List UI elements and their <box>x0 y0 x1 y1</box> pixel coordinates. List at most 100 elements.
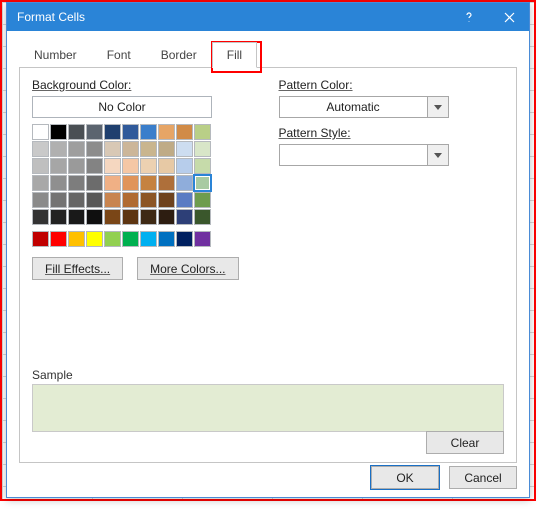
sample-label: Sample <box>32 368 73 382</box>
color-swatch[interactable] <box>32 192 49 208</box>
color-swatch[interactable] <box>158 209 175 225</box>
color-swatch[interactable] <box>104 192 121 208</box>
pattern-style-label: Pattern Style: <box>279 126 449 140</box>
color-swatch[interactable] <box>158 175 175 191</box>
color-swatch[interactable] <box>176 209 193 225</box>
chevron-down-icon <box>427 145 448 165</box>
tabs: NumberFontBorderFill <box>19 41 517 67</box>
color-swatch[interactable] <box>68 124 85 140</box>
color-swatch[interactable] <box>104 231 121 247</box>
tab-fill[interactable]: Fill <box>212 42 257 68</box>
tab-number[interactable]: Number <box>19 42 92 68</box>
color-swatch[interactable] <box>32 209 49 225</box>
color-swatch[interactable] <box>86 209 103 225</box>
help-button[interactable] <box>449 3 489 31</box>
color-swatch[interactable] <box>176 192 193 208</box>
color-swatch[interactable] <box>194 158 211 174</box>
pattern-color-combo[interactable]: Automatic <box>279 96 449 118</box>
color-swatch[interactable] <box>50 158 67 174</box>
close-button[interactable] <box>489 3 529 31</box>
color-swatch[interactable] <box>86 231 103 247</box>
color-swatch[interactable] <box>104 141 121 157</box>
standard-colors <box>32 231 211 247</box>
color-swatch[interactable] <box>122 158 139 174</box>
color-swatch[interactable] <box>176 124 193 140</box>
color-swatch[interactable] <box>194 124 211 140</box>
color-swatch[interactable] <box>86 158 103 174</box>
color-swatch[interactable] <box>158 124 175 140</box>
color-swatch[interactable] <box>122 141 139 157</box>
color-swatch[interactable] <box>176 231 193 247</box>
color-swatch[interactable] <box>140 231 157 247</box>
color-swatch[interactable] <box>86 192 103 208</box>
clear-button[interactable]: Clear <box>426 431 504 454</box>
fill-panel: Background Color: No Color Fill Effects.… <box>19 67 517 463</box>
color-swatch[interactable] <box>68 192 85 208</box>
color-swatch[interactable] <box>140 175 157 191</box>
ok-button[interactable]: OK <box>371 466 439 489</box>
color-swatch[interactable] <box>86 141 103 157</box>
color-swatch[interactable] <box>68 209 85 225</box>
color-swatch[interactable] <box>194 209 211 225</box>
pattern-color-label: Pattern Color: <box>279 78 449 92</box>
window-title: Format Cells <box>17 10 449 24</box>
fill-effects-button[interactable]: Fill Effects... <box>32 257 123 280</box>
color-swatch[interactable] <box>68 231 85 247</box>
color-swatch[interactable] <box>194 141 211 157</box>
color-swatch[interactable] <box>122 231 139 247</box>
color-swatch[interactable] <box>140 124 157 140</box>
color-swatch[interactable] <box>158 158 175 174</box>
color-swatch[interactable] <box>194 231 211 247</box>
color-swatch[interactable] <box>140 158 157 174</box>
color-swatch[interactable] <box>104 158 121 174</box>
color-swatch[interactable] <box>86 175 103 191</box>
titlebar[interactable]: Format Cells <box>7 3 529 31</box>
cancel-button[interactable]: Cancel <box>449 466 517 489</box>
background-color-section: Background Color: No Color Fill Effects.… <box>32 78 239 280</box>
color-swatch[interactable] <box>122 209 139 225</box>
pattern-style-combo[interactable] <box>279 144 449 166</box>
color-palette <box>32 124 211 225</box>
format-cells-dialog: Format Cells NumberFontBorderFill Backgr… <box>6 2 530 498</box>
background-color-label: Background Color: <box>32 78 239 92</box>
color-swatch[interactable] <box>50 231 67 247</box>
color-swatch[interactable] <box>50 141 67 157</box>
pattern-section: Pattern Color: Automatic Pattern Style: <box>279 78 449 280</box>
color-swatch[interactable] <box>122 192 139 208</box>
color-swatch[interactable] <box>104 175 121 191</box>
color-swatch[interactable] <box>194 192 211 208</box>
color-swatch[interactable] <box>32 124 49 140</box>
color-swatch[interactable] <box>50 124 67 140</box>
color-swatch[interactable] <box>68 175 85 191</box>
color-swatch[interactable] <box>176 158 193 174</box>
color-swatch[interactable] <box>68 141 85 157</box>
tab-border[interactable]: Border <box>146 42 212 68</box>
no-color-button[interactable]: No Color <box>32 96 212 118</box>
color-swatch[interactable] <box>140 141 157 157</box>
chevron-down-icon <box>427 97 448 117</box>
color-swatch[interactable] <box>176 175 193 191</box>
color-swatch[interactable] <box>194 175 211 191</box>
more-colors-button[interactable]: More Colors... <box>137 257 238 280</box>
color-swatch[interactable] <box>50 175 67 191</box>
color-swatch[interactable] <box>122 124 139 140</box>
color-swatch[interactable] <box>140 209 157 225</box>
color-swatch[interactable] <box>104 124 121 140</box>
color-swatch[interactable] <box>122 175 139 191</box>
color-swatch[interactable] <box>32 231 49 247</box>
color-swatch[interactable] <box>32 141 49 157</box>
color-swatch[interactable] <box>140 192 157 208</box>
color-swatch[interactable] <box>104 209 121 225</box>
color-swatch[interactable] <box>32 158 49 174</box>
color-swatch[interactable] <box>158 231 175 247</box>
color-swatch[interactable] <box>68 158 85 174</box>
sample-preview <box>32 384 504 432</box>
color-swatch[interactable] <box>32 175 49 191</box>
color-swatch[interactable] <box>86 124 103 140</box>
tab-font[interactable]: Font <box>92 42 146 68</box>
color-swatch[interactable] <box>176 141 193 157</box>
color-swatch[interactable] <box>158 141 175 157</box>
color-swatch[interactable] <box>158 192 175 208</box>
color-swatch[interactable] <box>50 192 67 208</box>
color-swatch[interactable] <box>50 209 67 225</box>
